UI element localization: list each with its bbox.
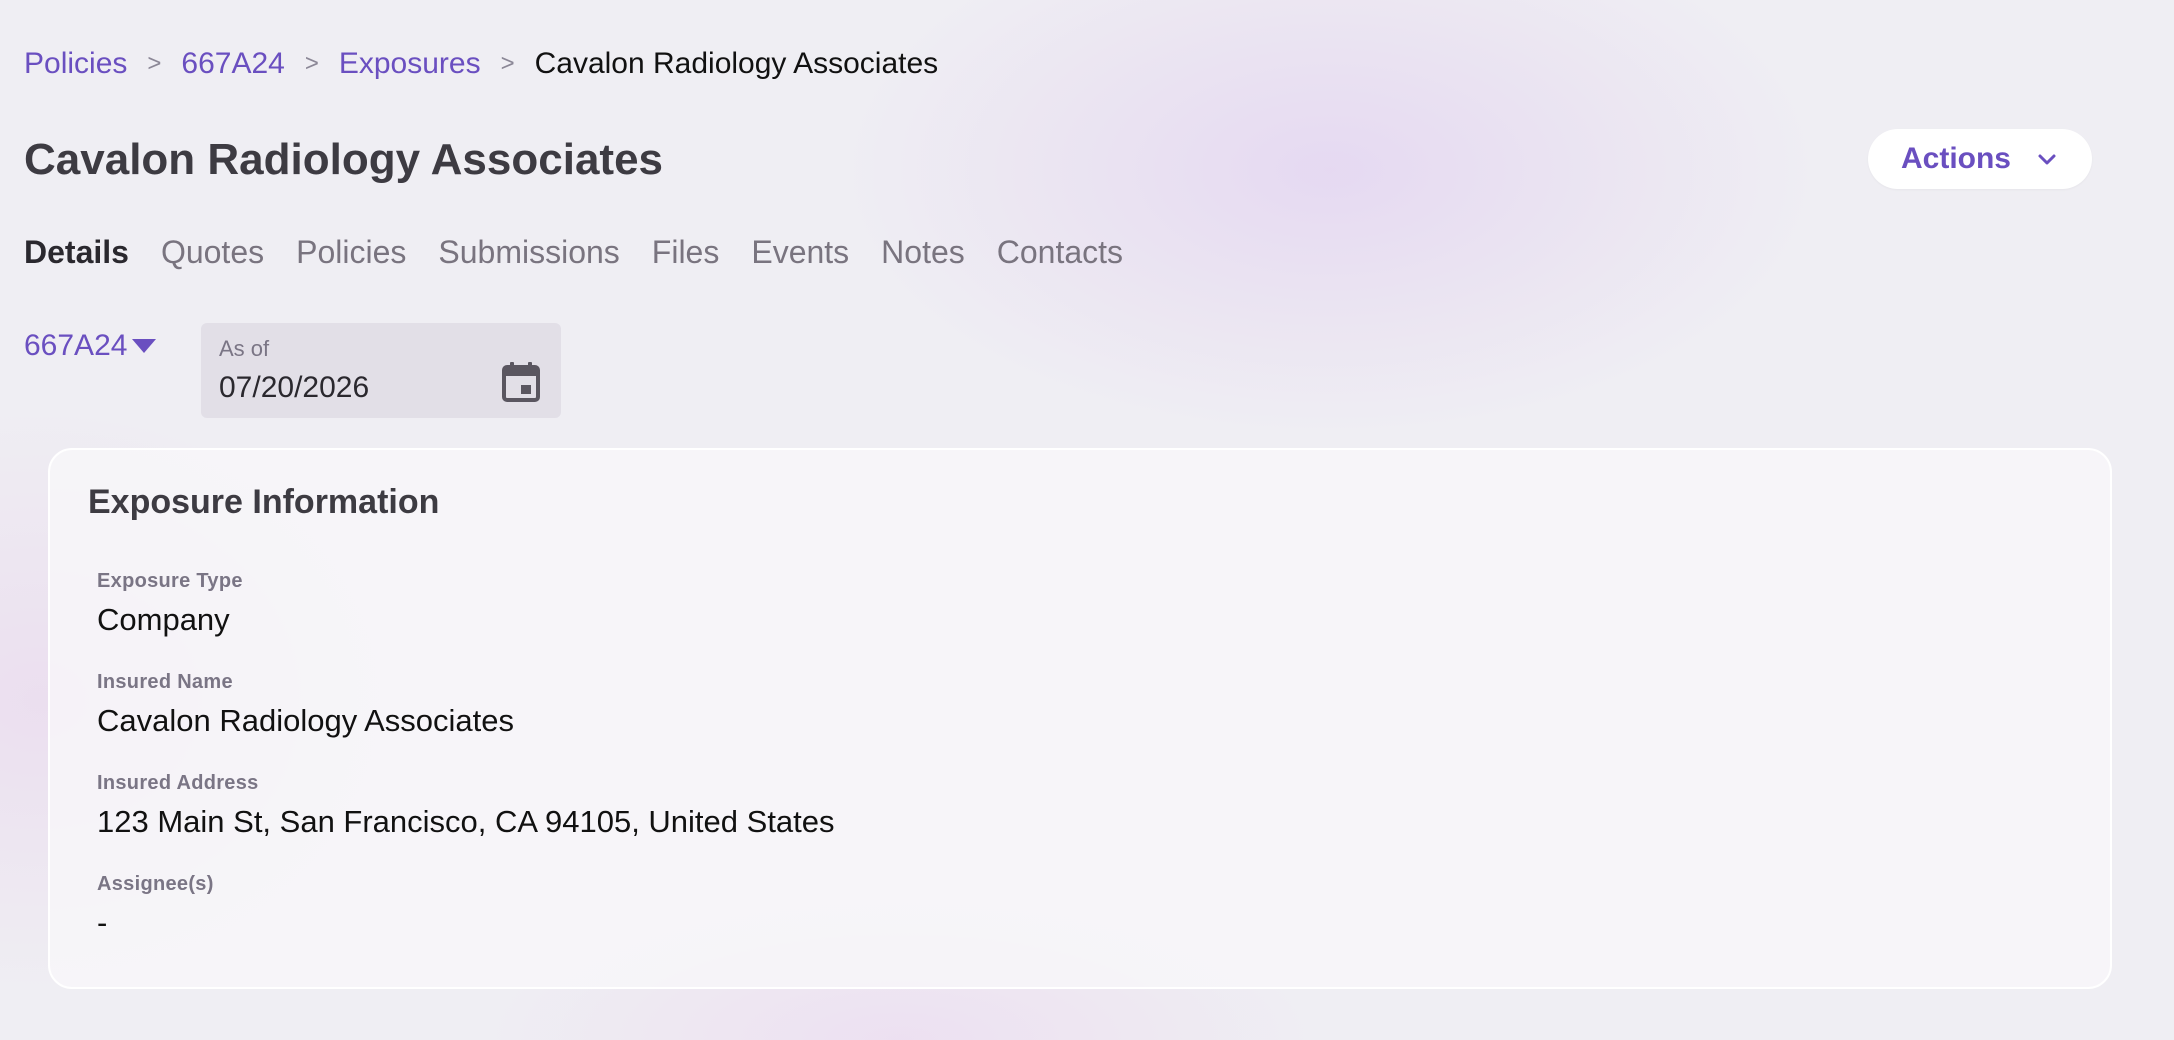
breadcrumb: Policies > 667A24 > Exposures > Cavalon … [24, 44, 938, 84]
tab-contacts[interactable]: Contacts [997, 230, 1123, 274]
field-label: Insured Name [97, 671, 233, 693]
chevron-right-icon: > [147, 50, 162, 77]
card-title: Exposure Information [88, 483, 440, 521]
field-value: Cavalon Radiology Associates [97, 703, 515, 738]
breadcrumb-link-policies[interactable]: Policies [24, 44, 127, 84]
field-label: Exposure Type [97, 570, 243, 592]
tab-files[interactable]: Files [652, 230, 720, 274]
exposure-information-card: Exposure Information Exposure Type Compa… [48, 448, 2112, 989]
tab-submissions[interactable]: Submissions [438, 230, 619, 274]
field-assignees: Assignee(s) - [97, 871, 214, 945]
chevron-down-icon [2038, 154, 2056, 165]
tab-policies[interactable]: Policies [296, 230, 406, 274]
tab-quotes[interactable]: Quotes [161, 230, 264, 274]
field-label: Insured Address [97, 772, 259, 794]
as-of-date-value[interactable]: 07/20/2026 [219, 367, 543, 409]
breadcrumb-current: Cavalon Radiology Associates [534, 47, 939, 80]
field-insured-name: Insured Name Cavalon Radiology Associate… [97, 669, 514, 743]
page-title: Cavalon Radiology Associates [24, 135, 664, 184]
actions-button[interactable]: Actions [1868, 129, 2092, 189]
tab-bar: Details Quotes Policies Submissions File… [24, 230, 1123, 274]
policy-selector[interactable]: 667A24 [24, 326, 157, 366]
field-value: - [97, 905, 108, 940]
chevron-right-icon: > [500, 50, 515, 77]
policy-selector-value: 667A24 [24, 329, 128, 362]
tab-events[interactable]: Events [751, 230, 849, 274]
field-exposure-type: Exposure Type Company [97, 568, 243, 642]
as-of-date-field[interactable]: As of 07/20/2026 [201, 323, 561, 418]
actions-button-label: Actions [1900, 142, 2011, 175]
caret-down-icon [132, 339, 157, 353]
as-of-label: As of [219, 336, 270, 361]
tab-details[interactable]: Details [24, 230, 129, 274]
breadcrumb-link-policy[interactable]: 667A24 [181, 44, 284, 84]
field-value: Company [97, 602, 230, 637]
chevron-right-icon: > [304, 50, 319, 77]
calendar-icon[interactable] [501, 361, 541, 403]
field-label: Assignee(s) [97, 873, 214, 895]
breadcrumb-link-exposures[interactable]: Exposures [339, 44, 481, 84]
tab-notes[interactable]: Notes [881, 230, 965, 274]
field-value: 123 Main St, San Francisco, CA 94105, Un… [97, 804, 835, 839]
field-insured-address: Insured Address 123 Main St, San Francis… [97, 770, 835, 844]
